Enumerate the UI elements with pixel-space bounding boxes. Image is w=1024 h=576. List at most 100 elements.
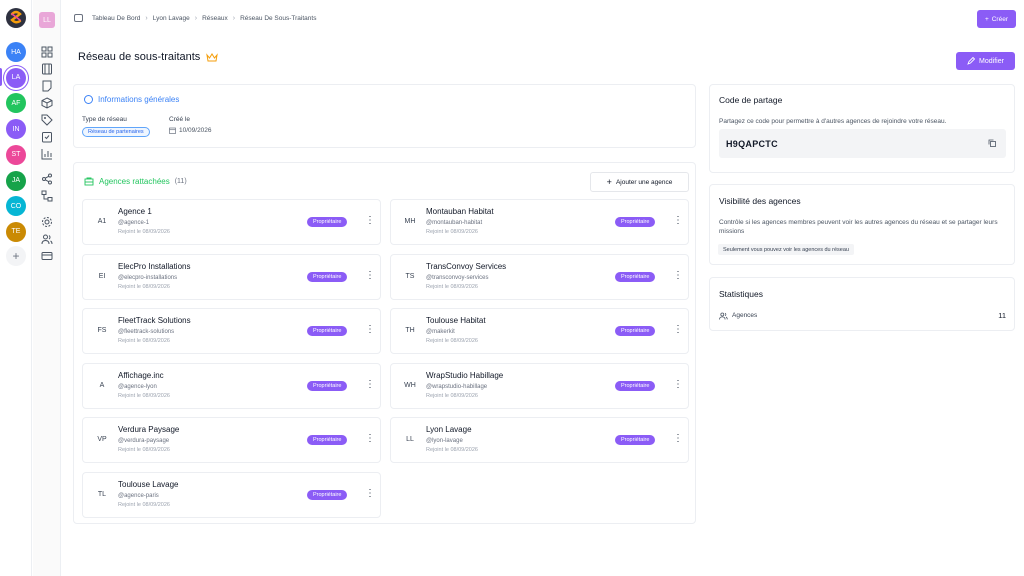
agency-name: ElecPro Installations — [118, 261, 191, 271]
agency-joined-date: Rejoint le 08/09/2026 — [118, 501, 170, 508]
breadcrumb: Tableau De Bord › Lyon Lavage › Réseaux … — [74, 14, 316, 22]
agencies-stat-label-text: Agences — [732, 312, 758, 319]
agency-initials: A1 — [97, 218, 107, 225]
bar-chart-icon[interactable] — [41, 148, 53, 160]
more-vertical-icon[interactable]: ⋮ — [365, 270, 375, 281]
more-vertical-icon[interactable]: ⋮ — [673, 434, 683, 444]
agency-name: Toulouse Lavage — [118, 479, 179, 489]
more-vertical-icon[interactable]: ⋮ — [673, 379, 683, 390]
agency-card[interactable]: TH Toulouse Habitat @makerkit Rejoint le 08… — [390, 308, 689, 354]
breadcrumb-item[interactable]: Réseaux — [202, 15, 228, 22]
agency-card[interactable]: VP Verdura Paysage @verdura-paysage Rejoint… — [82, 417, 381, 463]
agency-joined-date: Rejoint le 08/09/2026 — [426, 229, 478, 235]
add-agency-button[interactable]: + Ajouter une agence — [590, 172, 689, 192]
more-vertical-icon[interactable]: ⋮ — [365, 434, 375, 444]
created-label: Créé le — [169, 116, 190, 123]
created-date: 10/09/2026 — [169, 127, 212, 134]
settings-icon[interactable] — [41, 216, 53, 228]
agency-name: Montauban Habitat — [426, 207, 494, 216]
workspace-avatar[interactable]: IN — [6, 119, 26, 140]
agency-name: Agence 1 — [118, 207, 152, 216]
agency-card[interactable]: TS TransConvoy Services @transconvoy-servi… — [390, 253, 689, 300]
agency-name: Lyon Lavage — [426, 425, 472, 434]
note-icon[interactable] — [41, 80, 53, 92]
agencies-title: Agences rattachées (11) — [84, 177, 187, 186]
chevron-right-icon: › — [232, 14, 236, 22]
workspace-avatar[interactable]: JA — [6, 170, 26, 191]
calendar-icon — [169, 127, 176, 134]
agency-handle: @transconvoy-services — [426, 274, 489, 281]
film-icon[interactable] — [41, 63, 53, 75]
agency-initials: MH — [404, 218, 416, 225]
agency-joined-date: Rejoint le 08/09/2026 — [118, 283, 170, 290]
copy-icon[interactable] — [988, 139, 996, 147]
tag-icon[interactable] — [41, 114, 53, 126]
owner-badge: Propriétaire — [307, 271, 348, 282]
agencies-card: Agences rattachées (11) + Ajouter une ag… — [73, 162, 696, 524]
sidebar-toggle-icon[interactable] — [74, 14, 83, 22]
workspace-avatar[interactable]: AF — [6, 93, 26, 114]
checklist-icon[interactable] — [41, 131, 53, 143]
owner-badge: Propriétaire — [615, 217, 656, 227]
network-icon[interactable] — [41, 190, 53, 202]
agencies-count: (11) — [174, 178, 187, 185]
agency-joined-date: Rejoint le 08/09/2026 — [118, 229, 170, 235]
workspace-avatar[interactable]: LA — [6, 67, 26, 88]
more-vertical-icon[interactable]: ⋮ — [673, 270, 683, 281]
agency-card[interactable]: A Affichage.inc @agence-lyon Rejoint le 08/… — [82, 362, 381, 409]
agency-card[interactable]: FS FleetTrack Solutions @fleettrack-soluti… — [82, 308, 381, 354]
workspace-avatar[interactable]: HA — [6, 42, 26, 62]
owner-badge: Propriétaire — [307, 489, 348, 500]
agency-name: Verdura Paysage — [118, 425, 180, 434]
agency-initials: FS — [97, 327, 107, 334]
more-vertical-icon[interactable]: ⋮ — [365, 325, 375, 335]
share-icon[interactable] — [41, 173, 53, 185]
share-code-card: Code de partage Partagez ce code pour pe… — [709, 84, 1015, 173]
more-vertical-icon[interactable]: ⋮ — [673, 216, 683, 226]
owner-badge: Propriétaire — [307, 435, 348, 445]
agency-joined-date: Rejoint le 08/09/2026 — [426, 392, 478, 399]
box-icon[interactable] — [41, 97, 53, 109]
breadcrumb-item[interactable]: Lyon Lavage — [153, 15, 190, 22]
more-vertical-icon[interactable]: ⋮ — [365, 216, 375, 226]
add-workspace-button[interactable]: + — [6, 246, 26, 266]
agencies-stat-row: Agences 11 — [719, 311, 1006, 320]
top-bar: Tableau De Bord › Lyon Lavage › Réseaux … — [62, 0, 1024, 38]
users-icon[interactable] — [41, 233, 53, 245]
visibility-card: Visibilité des agences Contrôle si les a… — [709, 184, 1015, 265]
agency-card[interactable]: EI ElecPro Installations @elecpro-installa… — [82, 253, 381, 300]
agency-card[interactable]: TL Toulouse Lavage @agence-paris Rejoint le… — [82, 471, 381, 518]
share-code-box: H9QAPCTC — [719, 129, 1006, 158]
agency-handle: @agence-paris — [118, 492, 159, 499]
agency-card[interactable]: LL Lyon Lavage @lyon-lavage Rejoint le 08/0… — [390, 417, 689, 463]
agency-name: FleetTrack Solutions — [118, 316, 191, 325]
share-code-title: Code de partage — [719, 95, 783, 105]
card-icon[interactable] — [41, 250, 53, 262]
breadcrumb-current: Réseau De Sous-Traitants — [240, 14, 317, 22]
agency-card[interactable]: WH WrapStudio Habillage @wrapstudio-habill… — [390, 362, 689, 409]
edit-button[interactable]: Modifier — [956, 52, 1015, 70]
workspace-avatar[interactable]: TE — [6, 221, 26, 242]
nav-sidebar: LL — [33, 0, 61, 576]
agency-joined-date: Rejoint le 08/09/2026 — [118, 338, 170, 344]
visibility-title: Visibilité des agences — [719, 196, 801, 206]
more-vertical-icon[interactable]: ⋮ — [673, 325, 683, 335]
workspace-avatar[interactable]: ST — [6, 144, 26, 165]
grid-icon[interactable] — [41, 46, 53, 58]
more-vertical-icon[interactable]: ⋮ — [365, 488, 375, 499]
account-avatar[interactable]: LL — [39, 12, 55, 28]
plus-icon: + — [606, 177, 612, 187]
agency-initials: TL — [97, 490, 107, 498]
more-vertical-icon[interactable]: ⋮ — [365, 379, 375, 390]
create-button[interactable]: + Créer — [976, 10, 1016, 28]
owner-badge: Propriétaire — [615, 271, 656, 282]
breadcrumb-item[interactable]: Tableau De Bord — [92, 15, 140, 22]
share-code-value[interactable]: H9QAPCTC — [726, 139, 778, 149]
agency-card[interactable]: MH Montauban Habitat @montauban-habitat Rej… — [390, 199, 689, 245]
visibility-setting[interactable]: Seulement vous pouvez voir les agences d… — [718, 244, 854, 255]
agency-card[interactable]: A1 Agence 1 @agence-1 Rejoint le 08/09/2026… — [82, 199, 381, 245]
create-label: Créer — [991, 15, 1008, 23]
workspace-avatar[interactable]: CO — [6, 196, 26, 217]
app-logo[interactable] — [6, 8, 26, 28]
owner-badge: Propriétaire — [615, 435, 656, 445]
